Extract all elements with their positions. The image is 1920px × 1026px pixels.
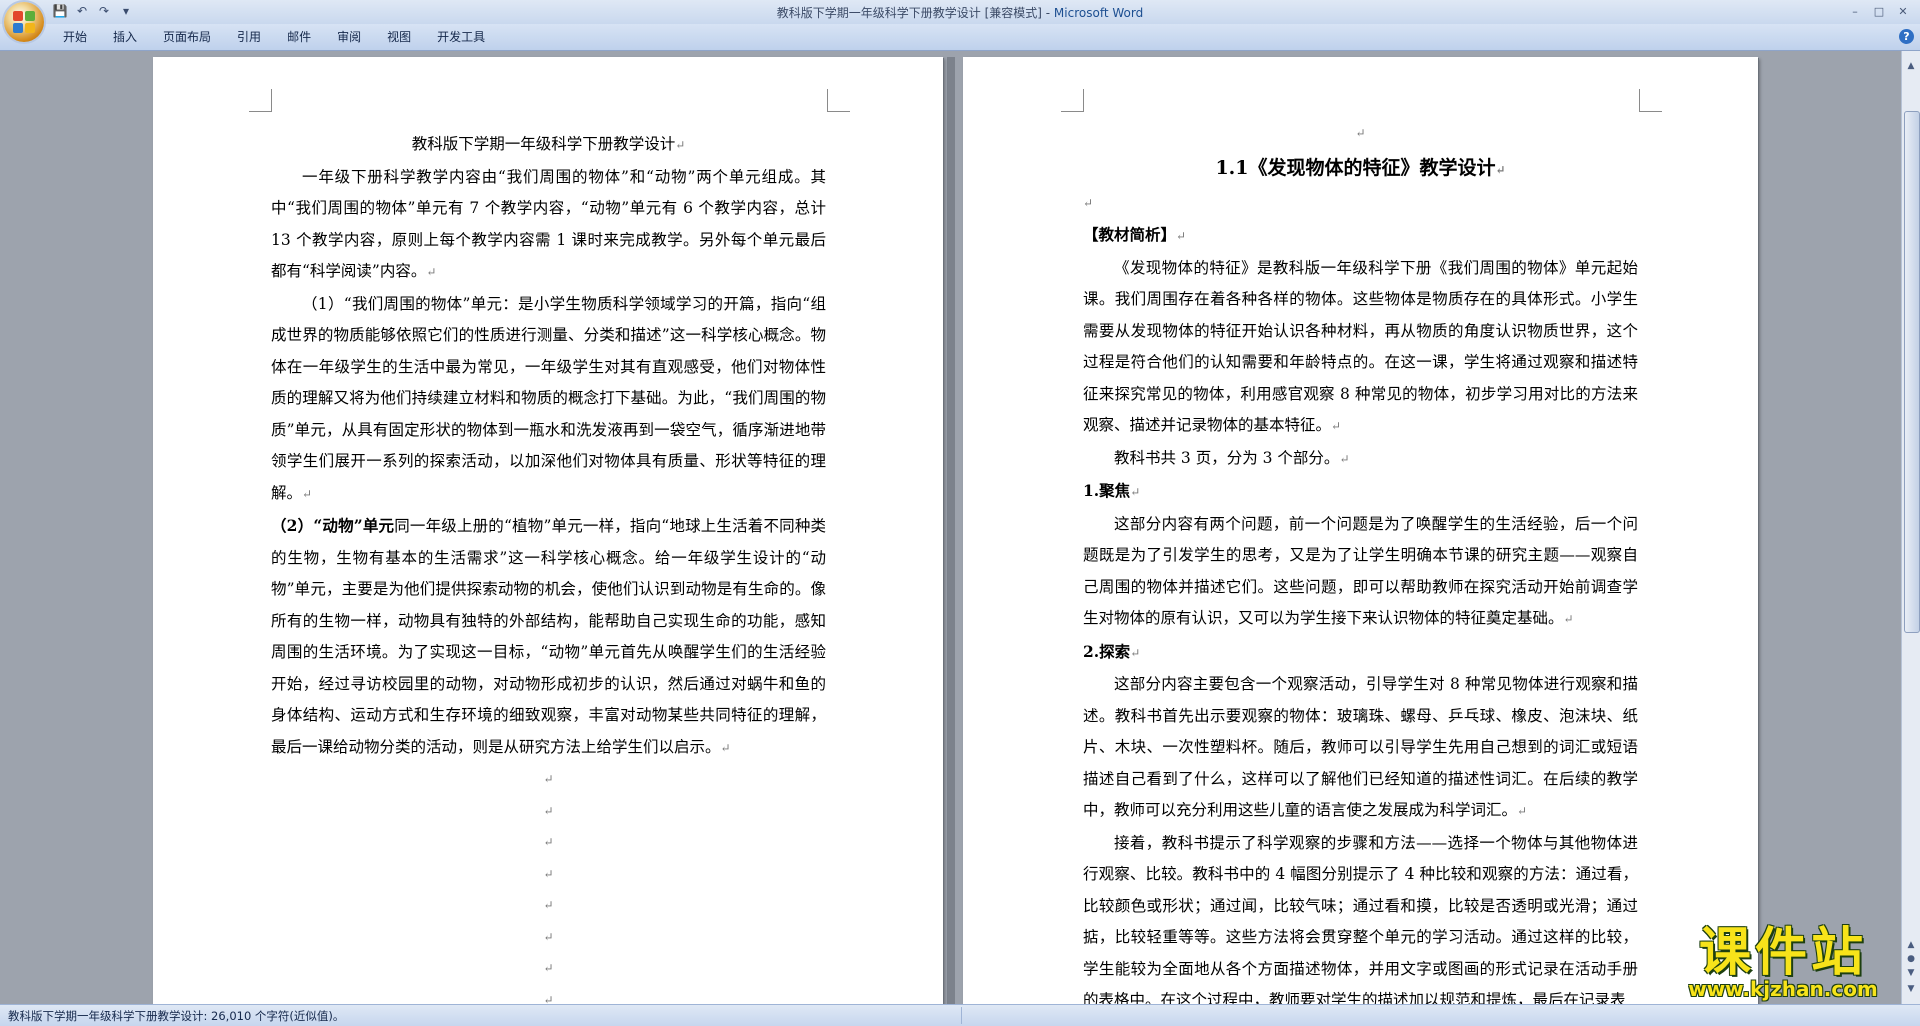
tab-page-layout[interactable]: 页面布局 — [150, 29, 224, 45]
previous-page-icon[interactable]: ▲ — [1908, 940, 1915, 950]
tab-mailings[interactable]: 邮件 — [274, 29, 324, 45]
paragraph: 《发现物体的特征》是教科版一年级科学下册《我们周围的物体》单元起始课。我们周围存… — [1083, 258, 1638, 435]
empty-paragraph: ↵ — [543, 835, 554, 849]
document-page-right[interactable]: ↵ 1.1《发现物体的特征》教学设计↵ ↵ 【教材简析】↵ 《发现物体的特征》是… — [963, 57, 1758, 1004]
watermark-title: 课件站 — [1698, 923, 1867, 983]
next-page-icon[interactable]: ▼ — [1908, 968, 1915, 978]
office-logo-icon — [13, 11, 35, 33]
tab-insert[interactable]: 插入 — [100, 29, 150, 45]
help-icon[interactable]: ? — [1899, 29, 1914, 44]
empty-paragraph: ↵ — [1355, 126, 1366, 140]
window-title: 教科版下学期一年级科学下册教学设计 [兼容模式] - Microsoft Wor… — [0, 4, 1920, 21]
vertical-scrollbar[interactable]: ▲ ▲ ● ▼ ▼ — [1901, 51, 1920, 1004]
tab-references[interactable]: 引用 — [224, 29, 274, 45]
document-page-left[interactable]: 教科版下学期一年级科学下册教学设计↵ 一年级下册科学教学内容由“我们周围的物体”… — [153, 57, 943, 1004]
lesson-heading: 1.1《发现物体的特征》教学设计↵ — [1215, 156, 1506, 179]
scroll-down-icon[interactable]: ▼ — [1904, 982, 1918, 996]
margin-corner-top-right — [1639, 89, 1662, 112]
empty-paragraph: ↵ — [543, 772, 554, 786]
ribbon: 开始 插入 页面布局 引用 邮件 审阅 视图 开发工具 ? — [0, 24, 1920, 51]
page-gap — [947, 57, 955, 1004]
empty-paragraph: ↵ — [543, 992, 554, 1005]
document-title: 教科版下学期一年级科学下册教学设计 [兼容模式] - — [776, 6, 1054, 20]
window-controls: – □ ✕ — [1844, 2, 1914, 20]
empty-paragraph: ↵ — [543, 803, 554, 818]
close-button[interactable]: ✕ — [1892, 2, 1914, 20]
office-button[interactable] — [4, 2, 44, 42]
app-name: Microsoft Word — [1053, 6, 1144, 20]
margin-corner-top-right — [827, 89, 850, 112]
maximize-button[interactable]: □ — [1868, 2, 1890, 20]
empty-paragraph: ↵ — [543, 929, 554, 944]
empty-paragraph: ↵ — [543, 866, 554, 881]
status-word-count[interactable]: 教科版下学期一年级科学下册教学设计: 26,010 个字符(近似值)。 — [8, 1008, 344, 1024]
paragraph: 一年级下册科学教学内容由“我们周围的物体”和“动物”两个单元组成。其中“我们周围… — [271, 167, 826, 281]
right-page-content[interactable]: ↵ 1.1《发现物体的特征》教学设计↵ ↵ 【教材简析】↵ 《发现物体的特征》是… — [1083, 118, 1638, 1004]
browse-object-icon[interactable]: ● — [1907, 954, 1915, 964]
paragraph: （2）“动物”单元同一年级上册的“植物”单元一样，指向“地球上生活着不同种类的生… — [271, 516, 826, 756]
watermark-url: www.kjzhan.com — [1688, 977, 1878, 1001]
scroll-up-icon[interactable]: ▲ — [1904, 59, 1918, 73]
tab-view[interactable]: 视图 — [374, 29, 424, 45]
paragraph: 教科书共 3 页，分为 3 个部分。↵ — [1114, 448, 1350, 467]
title-bar: 💾 ↶ ↷ ▾ 教科版下学期一年级科学下册教学设计 [兼容模式] - Micro… — [0, 0, 1920, 24]
left-page-content[interactable]: 教科版下学期一年级科学下册教学设计↵ 一年级下册科学教学内容由“我们周围的物体”… — [271, 129, 826, 1004]
site-watermark: 课件站 www.kjzhan.com — [1668, 925, 1898, 1001]
empty-paragraph: ↵ — [1083, 195, 1094, 210]
ribbon-tabs: 开始 插入 页面布局 引用 邮件 审阅 视图 开发工具 — [50, 29, 498, 45]
empty-paragraph: ↵ — [543, 898, 554, 912]
margin-corner-top-left — [249, 89, 272, 112]
tab-developer[interactable]: 开发工具 — [424, 29, 498, 45]
empty-paragraph: ↵ — [543, 961, 554, 975]
subsection-heading: 1.聚焦↵ — [1083, 481, 1141, 500]
paragraph: 这部分内容有两个问题，前一个问题是为了唤醒学生的生活经验，后一个问题既是为了引发… — [1083, 514, 1638, 628]
browse-object-controls: ▲ ● ▼ — [1904, 940, 1918, 978]
document-area: 教科版下学期一年级科学下册教学设计↵ 一年级下册科学教学内容由“我们周围的物体”… — [0, 51, 1902, 1004]
paragraph: 这部分内容主要包含一个观察活动，引导学生对 8 种常见物体进行观察和描述。教科书… — [1083, 675, 1638, 819]
section-heading: 【教材简析】↵ — [1083, 225, 1187, 244]
subsection-heading: 2.探索↵ — [1083, 641, 1141, 661]
status-bar: 教科版下学期一年级科学下册教学设计: 26,010 个字符(近似值)。 — [0, 1004, 1920, 1026]
scroll-thumb[interactable] — [1904, 111, 1920, 633]
paragraph: 接着，教科书提示了科学观察的步骤和方法——选择一个物体与其他物体进行观察、比较。… — [1083, 833, 1638, 1005]
margin-corner-top-left — [1061, 89, 1084, 112]
document-title-line: 教科版下学期一年级科学下册教学设计↵ — [411, 135, 686, 153]
status-divider — [961, 1007, 962, 1024]
minimize-button[interactable]: – — [1844, 2, 1866, 20]
tab-review[interactable]: 审阅 — [324, 29, 374, 45]
paragraph: （1）“我们周围的物体”单元：是小学生物质科学领域学习的开篇，指向“组成世界的物… — [271, 294, 826, 502]
tab-home[interactable]: 开始 — [50, 29, 100, 45]
